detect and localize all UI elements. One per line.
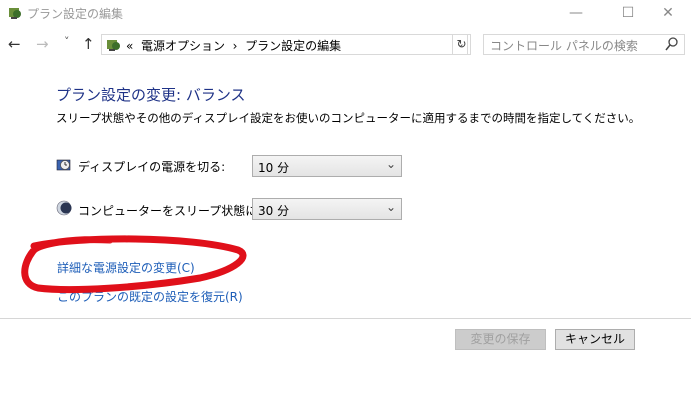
- up-arrow-icon[interactable]: ↑: [82, 36, 95, 52]
- breadcrumb-power-options[interactable]: 電源オプション: [141, 39, 225, 53]
- title-bar: プラン設定の編集 — ☐ ✕: [0, 0, 691, 26]
- search-input[interactable]: コントロール パネルの検索: [490, 37, 638, 54]
- save-changes-button[interactable]: 変更の保存: [455, 329, 546, 350]
- chevron-down-icon: ⌄: [385, 157, 396, 171]
- control-panel-icon: [107, 40, 120, 51]
- sleep-select[interactable]: 30 分 ⌄: [252, 198, 402, 220]
- window-title: プラン設定の編集: [27, 7, 124, 21]
- back-arrow-icon[interactable]: ←: [8, 36, 21, 52]
- search-icon[interactable]: [664, 36, 680, 52]
- recent-locations-chevron-icon[interactable]: ˅: [64, 34, 70, 50]
- sleep-moon-icon: [56, 200, 72, 216]
- power-options-app-icon: [9, 8, 21, 19]
- display-timer-icon: [56, 159, 71, 171]
- minimize-button[interactable]: —: [553, 0, 599, 26]
- breadcrumb-edit-plan[interactable]: プラン設定の編集: [245, 39, 341, 53]
- display-off-select[interactable]: 10 分 ⌄: [252, 155, 402, 177]
- breadcrumb: « 電源オプション › プラン設定の編集: [126, 37, 341, 54]
- forward-arrow-icon[interactable]: →: [36, 36, 49, 52]
- cancel-button[interactable]: キャンセル: [555, 329, 635, 350]
- page-description: スリープ状態やその他のディスプレイ設定をお使いのコンピューターに適用するまでの時…: [56, 111, 641, 125]
- display-off-value: 10 分: [258, 161, 290, 175]
- close-button[interactable]: ✕: [645, 0, 691, 26]
- refresh-icon[interactable]: ↻: [452, 34, 471, 55]
- breadcrumb-separator-icon: ›: [232, 39, 238, 53]
- footer-divider: [0, 318, 691, 319]
- display-off-label: ディスプレイの電源を切る:: [78, 160, 226, 174]
- advanced-settings-link[interactable]: 詳細な電源設定の変更(C): [57, 259, 195, 276]
- restore-defaults-link[interactable]: このプランの既定の設定を復元(R): [57, 288, 243, 305]
- search-box[interactable]: コントロール パネルの検索: [483, 34, 685, 55]
- address-bar[interactable]: « 電源オプション › プラン設定の編集 ⌄: [101, 34, 468, 55]
- chevron-down-icon: ⌄: [385, 200, 396, 214]
- breadcrumb-overflow[interactable]: «: [126, 39, 133, 53]
- sleep-value: 30 分: [258, 204, 290, 218]
- page-title: プラン設定の変更: バランス: [56, 86, 246, 104]
